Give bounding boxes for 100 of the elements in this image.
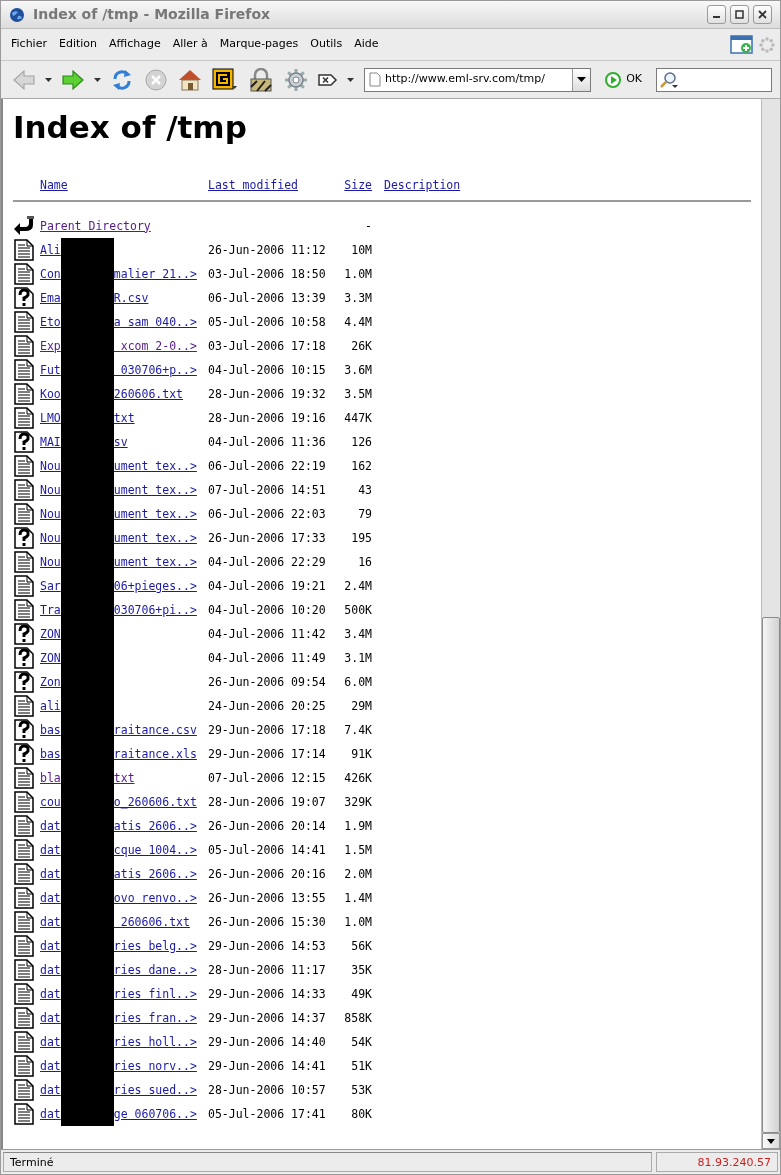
file-link[interactable]: Ali — [40, 241, 61, 259]
text-file-icon[interactable] — [13, 383, 35, 406]
file-link[interactable]: sv — [113, 433, 128, 451]
text-file-icon[interactable] — [13, 887, 35, 910]
unknown-file-icon[interactable] — [13, 743, 35, 766]
file-link[interactable]: bla — [40, 769, 61, 787]
dropdown-caret[interactable] — [92, 77, 103, 82]
column-header-link[interactable]: Size — [344, 177, 372, 192]
file-link[interactable]: 030706+pi..> — [113, 601, 197, 619]
file-link[interactable]: txt — [113, 769, 135, 787]
dropdown-caret[interactable] — [43, 77, 54, 82]
file-link[interactable]: Parent Directory — [40, 217, 151, 235]
file-link[interactable]: dat — [40, 889, 61, 907]
search-bar[interactable] — [656, 67, 772, 92]
menu-item[interactable]: Aide — [348, 36, 385, 53]
text-file-icon[interactable] — [13, 911, 35, 934]
menu-item[interactable]: Fichier — [5, 36, 53, 53]
unknown-file-icon[interactable] — [13, 719, 35, 742]
file-link[interactable]: dat — [40, 1033, 61, 1051]
column-header-link[interactable]: Last modified — [208, 177, 298, 192]
text-file-icon[interactable] — [13, 575, 35, 598]
file-link[interactable]: LMO — [40, 409, 61, 427]
text-file-icon[interactable] — [13, 479, 35, 502]
file-link[interactable]: dat — [40, 985, 61, 1003]
text-file-icon[interactable] — [13, 983, 35, 1006]
menu-item[interactable]: Edition — [52, 36, 103, 53]
file-link[interactable]: ument tex..> — [113, 505, 197, 523]
file-link[interactable]: ali — [40, 697, 61, 715]
address-dropdown-button[interactable] — [572, 68, 591, 91]
file-link[interactable]: Exp — [40, 337, 61, 355]
file-link[interactable]: Con — [40, 265, 61, 283]
file-link[interactable]: dat — [40, 817, 61, 835]
close-button[interactable] — [753, 5, 772, 24]
file-link[interactable]: 260606.txt — [113, 385, 184, 403]
scrollbar[interactable] — [761, 99, 780, 1149]
file-link[interactable]: ge 060706..> — [113, 1105, 197, 1123]
maximize-button[interactable] — [730, 5, 749, 24]
file-link[interactable]: dat — [40, 1105, 61, 1123]
file-link[interactable]: ries fran..> — [113, 1009, 197, 1027]
file-link[interactable]: ries holl..> — [113, 1033, 197, 1051]
text-file-icon[interactable] — [13, 1079, 35, 1102]
file-link[interactable]: ries sued..> — [113, 1081, 197, 1099]
text-file-icon[interactable] — [13, 815, 35, 838]
file-link[interactable]: Ema — [40, 289, 61, 307]
menu-item[interactable]: Aller à — [166, 36, 214, 53]
caret-icon[interactable] — [577, 77, 587, 82]
text-file-icon[interactable] — [13, 863, 35, 886]
url-input[interactable]: http://www.eml-srv.com/tmp/ — [381, 71, 571, 88]
file-link[interactable]: o_260606.txt — [113, 793, 197, 811]
text-file-icon[interactable] — [13, 1031, 35, 1054]
file-link[interactable]: Sar — [40, 577, 61, 595]
text-file-icon[interactable] — [13, 263, 35, 286]
file-link[interactable]: dat — [40, 961, 61, 979]
file-link[interactable]: Nou — [40, 505, 61, 523]
menu-item[interactable]: Outils — [304, 36, 349, 53]
dropdown-caret[interactable] — [345, 77, 356, 82]
file-link[interactable]: ries belg..> — [113, 937, 197, 955]
text-file-icon[interactable] — [13, 407, 35, 430]
minimize-button[interactable] — [707, 5, 726, 24]
text-file-icon[interactable] — [13, 839, 35, 862]
file-link[interactable]: atis 2606..> — [113, 817, 197, 835]
file-link[interactable]: Zon — [40, 673, 61, 691]
address-bar[interactable]: http://www.eml-srv.com/tmp/ — [364, 67, 592, 92]
go-button[interactable]: OK — [603, 71, 644, 88]
file-link[interactable]: raitance.csv — [113, 721, 197, 739]
close-icon[interactable] — [758, 10, 767, 19]
text-file-icon[interactable] — [13, 599, 35, 622]
file-link[interactable]: Eto — [40, 313, 61, 331]
file-link[interactable]: dat — [40, 1009, 61, 1027]
text-file-icon[interactable] — [13, 1055, 35, 1078]
file-link[interactable]: dat — [40, 913, 61, 931]
file-link[interactable]: dat — [40, 1057, 61, 1075]
file-link[interactable]: Nou — [40, 457, 61, 475]
file-link[interactable]: atis 2606..> — [113, 865, 197, 883]
file-link[interactable]: malier 21..> — [113, 265, 197, 283]
text-file-icon[interactable] — [13, 455, 35, 478]
file-link[interactable]: ries norv..> — [113, 1057, 197, 1075]
file-link[interactable]: raitance.xls — [113, 745, 197, 763]
file-link[interactable]: xcom 2-0..> — [113, 337, 197, 355]
file-link[interactable]: ZON — [40, 649, 61, 667]
text-file-icon[interactable] — [13, 359, 35, 382]
file-link[interactable]: Koo — [40, 385, 61, 403]
text-file-icon[interactable] — [13, 791, 35, 814]
file-link[interactable]: cou — [40, 793, 61, 811]
unknown-file-icon[interactable] — [13, 623, 35, 646]
file-link[interactable]: txt — [113, 409, 135, 427]
file-link[interactable]: ries finl..> — [113, 985, 197, 1003]
text-file-icon[interactable] — [13, 335, 35, 358]
play-icon[interactable] — [605, 71, 622, 88]
file-link[interactable]: bas — [40, 721, 61, 739]
maximize-icon[interactable] — [735, 10, 744, 19]
file-link[interactable]: ZON — [40, 625, 61, 643]
column-header-link[interactable]: Description — [384, 177, 461, 192]
menu-item[interactable]: Affichage — [103, 36, 167, 53]
file-link[interactable]: ument tex..> — [113, 529, 197, 547]
file-link[interactable]: dat — [40, 1081, 61, 1099]
file-link[interactable]: ovo renvo..> — [113, 889, 197, 907]
text-file-icon[interactable] — [13, 503, 35, 526]
menu-item[interactable]: Marque-pages — [213, 36, 305, 53]
text-file-icon[interactable] — [13, 935, 35, 958]
